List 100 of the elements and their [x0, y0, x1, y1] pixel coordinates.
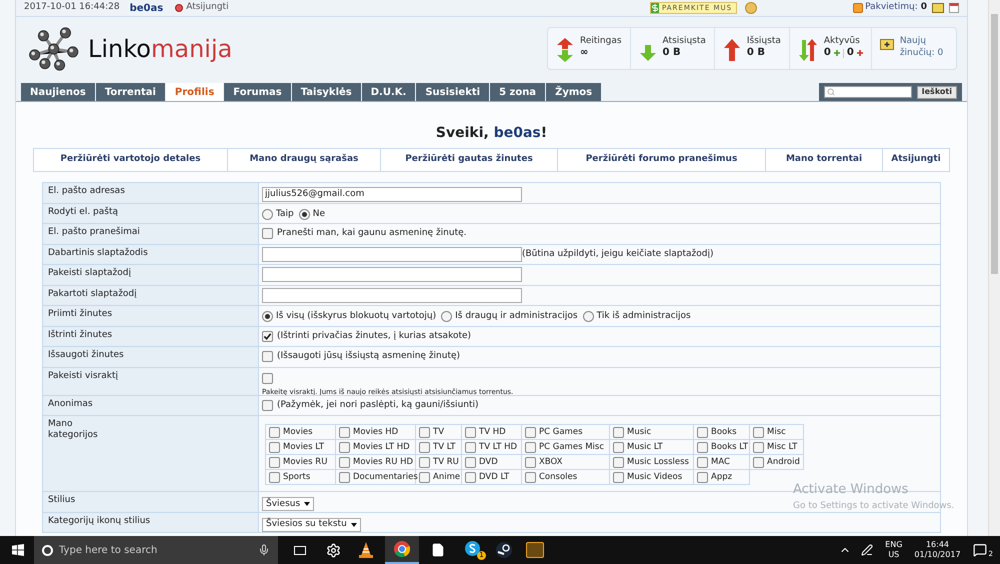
- checkbox[interactable]: [262, 330, 273, 342]
- checkbox[interactable]: [269, 426, 280, 438]
- clock-time[interactable]: 16:44: [926, 540, 949, 550]
- game-client-icon[interactable]: [496, 542, 512, 558]
- dropdown[interactable]: Šviesios su tekstu: [262, 518, 361, 532]
- action-center-icon[interactable]: [972, 543, 987, 557]
- radio-button[interactable]: [262, 208, 273, 220]
- radio-label: Ne: [312, 208, 326, 220]
- language-indicator[interactable]: ENG: [885, 540, 902, 550]
- checkbox[interactable]: [697, 472, 708, 482]
- checkbox[interactable]: [419, 456, 430, 468]
- category-label: Movies RU: [283, 456, 328, 468]
- checkbox[interactable]: [465, 472, 476, 482]
- checkbox[interactable]: [697, 426, 708, 438]
- search-button[interactable]: Ieškoti: [916, 86, 957, 98]
- checkbox[interactable]: [339, 456, 350, 468]
- traffic-cone-icon[interactable]: [359, 542, 373, 558]
- field-note: (Būtina užpildyti, jeigu keičiate slaptažodį): [522, 248, 714, 260]
- category-label: Misc LT: [767, 442, 798, 452]
- field-label: Pakeisti visraktį: [48, 370, 118, 382]
- nav-tab[interactable]: 5 zona: [490, 83, 546, 101]
- checkbox[interactable]: [613, 472, 624, 482]
- pen-icon[interactable]: [861, 544, 874, 556]
- profile-tab[interactable]: Atsijungti: [882, 149, 949, 171]
- caret-icon: [350, 522, 357, 526]
- email-field[interactable]: jjulius526@gmail.com: [262, 186, 522, 202]
- checkbox[interactable]: [339, 472, 350, 482]
- checkbox[interactable]: [269, 456, 280, 468]
- checkbox[interactable]: [269, 442, 280, 452]
- profile-tab[interactable]: Peržiūrėti gautas žinutes: [380, 149, 557, 171]
- plus-icon: [834, 50, 840, 56]
- checkbox[interactable]: [753, 456, 764, 468]
- nav-tab[interactable]: Taisyklės: [292, 83, 361, 101]
- radio-button[interactable]: [262, 311, 273, 322]
- clock-date[interactable]: 01/10/2017: [914, 550, 961, 560]
- checkbox[interactable]: [753, 426, 764, 438]
- radio-button[interactable]: [582, 311, 594, 322]
- field-label: Išsaugoti žinutes: [48, 350, 124, 361]
- file-icon[interactable]: [431, 542, 445, 558]
- checkbox[interactable]: [419, 442, 430, 452]
- taskbar-search-field[interactable]: Type here to search: [34, 536, 278, 564]
- nav-tab[interactable]: Naujienos: [21, 83, 95, 101]
- password-field[interactable]: [262, 246, 522, 262]
- stat-value: ∞: [580, 47, 590, 59]
- checkbox[interactable]: [613, 456, 624, 468]
- radio-button[interactable]: [298, 208, 310, 220]
- chat-app-icon[interactable]: [465, 541, 480, 556]
- nav-tab[interactable]: Profilis: [166, 83, 224, 101]
- microphone-icon[interactable]: [258, 544, 270, 556]
- category-label: Music Lossless: [627, 456, 689, 468]
- checkbox[interactable]: [525, 426, 536, 438]
- browser-icon[interactable]: [394, 541, 410, 557]
- checkbox[interactable]: [339, 442, 350, 452]
- checkbox[interactable]: [419, 426, 430, 438]
- checkbox[interactable]: [262, 400, 273, 410]
- nav-tab[interactable]: Susisiekti: [416, 83, 490, 101]
- nav-tab[interactable]: Torrentai: [96, 83, 165, 101]
- nav-tab[interactable]: D.U.K.: [362, 83, 416, 101]
- search-field[interactable]: [824, 86, 912, 98]
- checkbox[interactable]: [697, 456, 708, 468]
- task-view-icon[interactable]: [294, 546, 306, 554]
- checkbox[interactable]: [262, 351, 273, 362]
- nav-tab[interactable]: Žymos: [546, 83, 602, 101]
- profile-tab[interactable]: Mano torrentai: [765, 149, 882, 171]
- checkbox[interactable]: [269, 472, 280, 482]
- password-field[interactable]: [262, 267, 522, 282]
- checkbox[interactable]: [419, 472, 430, 482]
- checkbox[interactable]: [697, 442, 708, 452]
- checkbox[interactable]: [339, 426, 350, 438]
- checkbox[interactable]: [465, 456, 476, 468]
- checkbox[interactable]: [753, 442, 764, 452]
- checkbox[interactable]: [613, 426, 624, 438]
- calendar-icon[interactable]: [949, 3, 959, 13]
- game-icon[interactable]: [526, 542, 544, 558]
- settings-icon[interactable]: [326, 542, 341, 558]
- checkbox[interactable]: [613, 442, 624, 452]
- field-label: Kategorijų ikonų stilius: [48, 516, 150, 526]
- region-indicator[interactable]: US: [888, 550, 900, 560]
- password-field[interactable]: [262, 288, 522, 302]
- profile-tab[interactable]: Mano draugų sąrašas: [227, 149, 380, 171]
- radio-button[interactable]: [441, 311, 452, 322]
- profile-tab[interactable]: Peržiūrėti forumo pranešimus: [557, 149, 765, 171]
- category-label: DVD: [479, 456, 498, 468]
- start-icon[interactable]: [12, 544, 24, 556]
- logout-link[interactable]: Atsijungti: [186, 1, 229, 15]
- checkbox[interactable]: [262, 372, 273, 384]
- nav-tab[interactable]: Forumas: [224, 83, 291, 101]
- dropdown[interactable]: Šviesus: [262, 497, 314, 511]
- checkbox[interactable]: [465, 442, 476, 452]
- username-link[interactable]: be0as: [130, 0, 164, 16]
- checkbox[interactable]: [525, 456, 536, 468]
- profile-tab[interactable]: Peržiūrėti vartotojo detales: [34, 149, 227, 171]
- folder-plus-icon[interactable]: [932, 3, 944, 13]
- stat-label: Reitingas: [580, 35, 622, 47]
- radio-label: Iš visų (išskyrus blokuotų vartotojų): [276, 311, 436, 322]
- checkbox[interactable]: [465, 426, 476, 438]
- checkbox[interactable]: [262, 228, 273, 239]
- up-down-arrows-icon: [556, 38, 574, 62]
- checkbox[interactable]: [525, 442, 536, 452]
- checkbox[interactable]: [525, 472, 536, 482]
